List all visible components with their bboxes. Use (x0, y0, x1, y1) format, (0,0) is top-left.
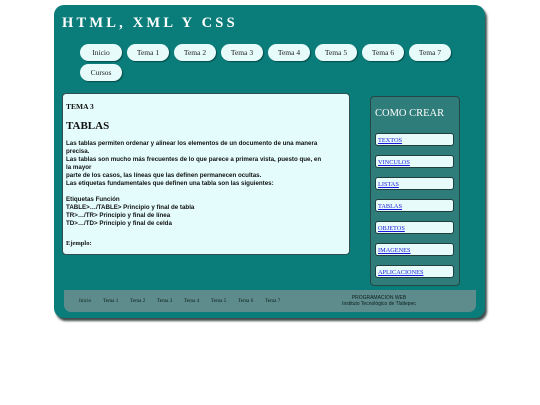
paragraph-line: Las tablas son mucho más frecuentes de l… (66, 156, 322, 163)
nav-inicio-button[interactable]: Inicio (80, 44, 122, 61)
sidebar-link-textos[interactable]: TEXTOS (375, 133, 454, 146)
tags-header: Etiquetas Función (66, 196, 120, 203)
footer-credit-institute: Instituto Tecnológico de Tlaltepec (342, 301, 416, 307)
sidebar-link-objetos[interactable]: OBJETOS (375, 221, 454, 234)
sidebar-link-aplicaciones[interactable]: APLICACIONES (375, 265, 454, 278)
tags-block: Etiquetas Función TABLE>…/TABLE> Princip… (66, 196, 347, 228)
nav-cursos-button[interactable]: Cursos (80, 64, 122, 81)
paragraph-line: precisa. (66, 148, 90, 155)
nav-tema-4-button[interactable]: Tema 4 (268, 44, 310, 61)
sidebar-title: COMO CREAR (375, 108, 445, 119)
footer-link-tema-5[interactable]: Tema 5 (211, 298, 226, 304)
footer-link-tema-4[interactable]: Tema 4 (184, 298, 199, 304)
nav-tema-5-button[interactable]: Tema 5 (315, 44, 357, 61)
tag-line: TABLE>…/TABLE> Principio y final de tabl… (66, 204, 195, 211)
sidebar-link-listas[interactable]: LISTAS (375, 177, 454, 190)
sidebar-link-imagenes[interactable]: IMAGENES (375, 243, 454, 256)
footer-credit: PROGRAMACION WEB Instituto Tecnológico d… (324, 295, 434, 307)
sidebar: COMO CREAR TEXTOS VINCULOS LISTAS TABLAS… (370, 96, 460, 286)
footer-link-tema-6[interactable]: Tema 6 (238, 298, 253, 304)
nav-tema-3-button[interactable]: Tema 3 (221, 44, 263, 61)
nav-tema-2-button[interactable]: Tema 2 (174, 44, 216, 61)
example-label: Ejemplo: (66, 240, 92, 247)
footer-link-tema-2[interactable]: Tema 2 (130, 298, 145, 304)
tag-line: TR>…/TR> Principio y final de línea (66, 212, 171, 219)
tag-line: TD>…/TD> Principio y final de celda (66, 220, 172, 227)
topic-label: TEMA 3 (66, 102, 94, 111)
nav-tema-6-button[interactable]: Tema 6 (362, 44, 404, 61)
footer-link-tema-3[interactable]: Tema 3 (157, 298, 172, 304)
nav-tema-1-button[interactable]: Tema 1 (127, 44, 169, 61)
footer-link-tema-1[interactable]: Tema 1 (103, 298, 118, 304)
nav-tema-7-button[interactable]: Tema 7 (409, 44, 451, 61)
sidebar-link-vinculos[interactable]: VINCULOS (375, 155, 454, 168)
page-frame: HTML, XML Y CSS Inicio Tema 1 Tema 2 Tem… (54, 5, 485, 318)
paragraph-line: Las tablas permiten ordenar y alinear lo… (66, 140, 318, 147)
paragraph-line: la mayor (66, 164, 92, 171)
paragraph-line: Las etiquetas fundamentales que definen … (66, 180, 274, 187)
content-heading: TABLAS (66, 120, 110, 132)
footer-link-inicio[interactable]: Inicio (79, 298, 91, 304)
paragraph-line: parte de los casos, las líneas que las d… (66, 172, 262, 179)
site-title: HTML, XML Y CSS (62, 15, 238, 31)
footer: Inicio Tema 1 Tema 2 Tema 3 Tema 4 Tema … (64, 290, 476, 312)
footer-link-tema-7[interactable]: Tema 7 (265, 298, 280, 304)
content-panel: TEMA 3 TABLAS Las tablas permiten ordena… (62, 93, 350, 255)
sidebar-link-tablas[interactable]: TABLAS (375, 199, 454, 212)
